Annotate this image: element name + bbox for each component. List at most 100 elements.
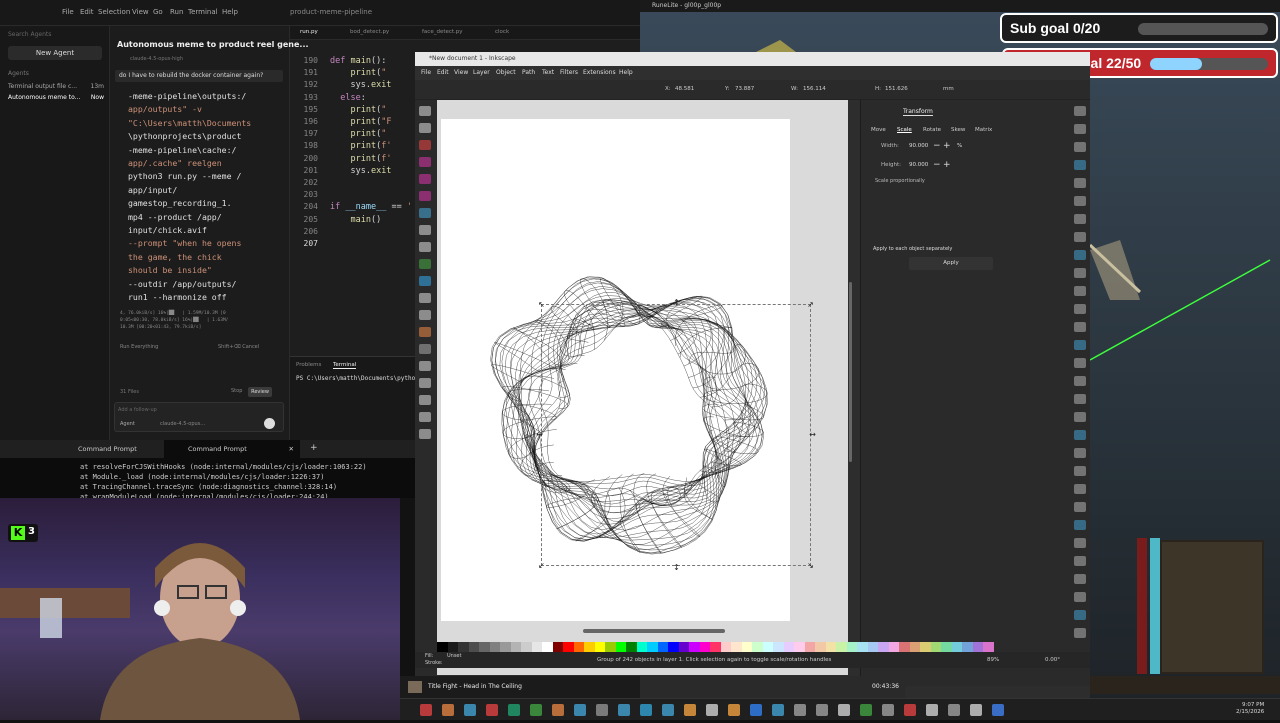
tab-run-py[interactable]: run.py [300,29,318,35]
resize-handle-icon[interactable]: ↔ [809,431,816,439]
taskbar-app-icon[interactable] [574,704,586,716]
tool-icon[interactable] [419,242,431,252]
palette-swatch[interactable] [731,642,742,652]
resize-handle-icon[interactable]: ↔ [536,431,543,439]
apply-button[interactable]: Apply [909,257,993,270]
palette-swatch[interactable] [972,642,983,652]
code-line[interactable]: print(f' [330,141,391,151]
command-icon[interactable] [1074,340,1086,350]
taskbar-app-icon[interactable] [662,704,674,716]
taskbar-clock[interactable]: 9:07 PM 2/15/2026 [1236,702,1264,716]
ink-menu-object[interactable]: Object [496,69,516,76]
close-icon[interactable]: ✕ [289,440,294,458]
tool-icon[interactable] [419,327,431,337]
code-line[interactable]: if __name__ == ' [330,202,412,212]
command-icon[interactable] [1074,592,1086,602]
minus-icon[interactable]: − [933,141,941,151]
tool-icon[interactable] [419,361,431,371]
palette-swatch[interactable] [962,642,973,652]
palette-swatch[interactable] [521,642,532,652]
taskbar-app-icon[interactable] [530,704,542,716]
tool-icon[interactable] [419,378,431,388]
command-icon[interactable] [1074,196,1086,206]
resize-handle-icon[interactable]: ↕ [673,564,680,572]
plus-icon[interactable]: + [943,141,951,151]
palette-swatch[interactable] [657,642,668,652]
minus-icon[interactable]: − [933,160,941,170]
menu-terminal[interactable]: Terminal [188,8,218,16]
taskbar-app-icon[interactable] [684,704,696,716]
width-field[interactable]: 90.000 [909,143,928,149]
tool-icon[interactable] [419,174,431,184]
scale-proportionally-checkbox[interactable]: Scale proportionally [875,178,925,184]
tab-matrix[interactable]: Matrix [975,127,992,133]
tool-icon[interactable] [419,344,431,354]
palette-swatch[interactable] [752,642,763,652]
palette-swatch[interactable] [741,642,752,652]
code-line[interactable]: print(f' [330,154,391,164]
tool-icon[interactable] [419,293,431,303]
taskbar-app-icon[interactable] [860,704,872,716]
w-field[interactable]: 156.114 [803,86,826,92]
taskbar-app-icon[interactable] [838,704,850,716]
taskbar-app-icon[interactable] [486,704,498,716]
ink-menu-file[interactable]: File [421,69,431,76]
palette-swatch[interactable] [710,642,721,652]
taskbar-app-icon[interactable] [464,704,476,716]
palette-swatch[interactable] [626,642,637,652]
code-line[interactable]: sys.exit [330,80,391,90]
taskbar-app-icon[interactable] [992,704,1004,716]
palette-swatch[interactable] [605,642,616,652]
tool-icon[interactable] [419,191,431,201]
agent-mode-select[interactable]: Agent [120,421,135,427]
tool-icon[interactable] [419,140,431,150]
palette-swatch[interactable] [909,642,920,652]
taskbar-app-icon[interactable] [816,704,828,716]
resize-handle-icon[interactable]: ↗ [807,301,814,309]
x-field[interactable]: 48.581 [675,86,694,92]
palette-swatch[interactable] [815,642,826,652]
palette-swatch[interactable] [594,642,605,652]
model-select[interactable]: claude-4.5-opus... [160,421,205,427]
tab-face-detect[interactable]: face_detect.py [422,29,463,35]
palette-swatch[interactable] [615,642,626,652]
taskbar-app-icon[interactable] [728,704,740,716]
ink-menu-extensions[interactable]: Extensions [583,69,616,76]
command-icon[interactable] [1074,268,1086,278]
rotation-field[interactable]: 0.00° [1045,657,1060,663]
selection-box[interactable]: ↖ ↕ ↗ ↔ ↔ ↙ ↕ ↘ [536,299,816,572]
command-icon[interactable] [1074,430,1086,440]
command-icon[interactable] [1074,232,1086,242]
palette-swatch[interactable] [489,642,500,652]
code-line[interactable]: print("F [330,117,391,127]
stop-button[interactable]: Stop [231,388,242,394]
command-icon[interactable] [1074,412,1086,422]
palette-swatch[interactable] [899,642,910,652]
ink-menu-text[interactable]: Text [542,69,554,76]
taskbar-app-icon[interactable] [508,704,520,716]
palette-swatch[interactable] [836,642,847,652]
vertical-scrollbar[interactable] [849,282,852,462]
new-agent-button[interactable]: New Agent [8,46,102,60]
command-icon[interactable] [1074,484,1086,494]
command-icon[interactable] [1074,286,1086,296]
tab-bod-detect[interactable]: bod_detect.py [350,29,389,35]
menu-view[interactable]: View [132,8,149,16]
cmd-tab[interactable]: Command Prompt [54,440,164,458]
horizontal-scrollbar[interactable] [583,629,725,633]
command-icon[interactable] [1074,178,1086,188]
menu-edit[interactable]: Edit [80,8,94,16]
menu-file[interactable]: File [62,8,74,16]
taskbar-app-icon[interactable] [420,704,432,716]
command-icon[interactable] [1074,124,1086,134]
palette-swatch[interactable] [584,642,595,652]
command-icon[interactable] [1074,502,1086,512]
taskbar-app-icon[interactable] [926,704,938,716]
tool-icon[interactable] [419,157,431,167]
taskbar-app-icon[interactable] [948,704,960,716]
tab-terminal[interactable]: Terminal [333,362,357,369]
command-icon[interactable] [1074,520,1086,530]
command-icon[interactable] [1074,394,1086,404]
resize-handle-icon[interactable]: ↙ [538,562,545,570]
document-page[interactable]: ↖ ↕ ↗ ↔ ↔ ↙ ↕ ↘ [441,119,816,621]
